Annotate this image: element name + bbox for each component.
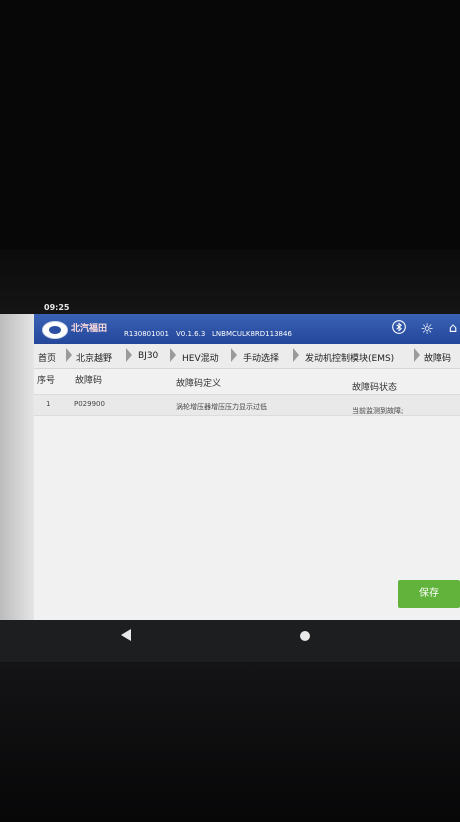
column-status: 故障码状态 xyxy=(352,383,398,393)
column-code: 故障码 xyxy=(75,376,103,386)
home-icon[interactable]: ⌂ xyxy=(444,320,460,338)
brand-logo-icon xyxy=(42,321,68,339)
status-bar: 09:25 xyxy=(0,298,460,314)
status-time: 09:25 xyxy=(44,303,70,312)
app-screen: 北汽福田 R130801001 V0.1.6.3 LNBMCULK8RD1138… xyxy=(0,314,460,620)
device-bezel-bottom xyxy=(0,662,460,822)
chevron-right-icon xyxy=(126,348,132,362)
chevron-right-icon xyxy=(293,348,299,362)
screen-edge-shadow xyxy=(0,314,34,620)
vehicle-vin: LNBMCULK8RD113846 xyxy=(212,330,292,338)
chevron-right-icon xyxy=(414,348,420,362)
row-definition: 涡轮增压器增压压力显示过低 xyxy=(176,403,267,411)
row-code: P029900 xyxy=(74,400,105,408)
crumb-beijing-offroad[interactable]: 北京越野 xyxy=(76,351,112,364)
crumb-powertrain[interactable]: HEV混动 xyxy=(182,351,219,364)
app-header: 北汽福田 R130801001 V0.1.6.3 LNBMCULK8RD1138… xyxy=(34,314,460,344)
bluetooth-glyph xyxy=(392,320,406,334)
brightness-icon[interactable]: ☼ xyxy=(418,320,436,338)
fault-table-header: 序号 故障码 故障码定义 故障码状态 xyxy=(34,370,460,393)
software-version: V0.1.6.3 xyxy=(176,330,206,338)
back-icon[interactable] xyxy=(121,629,131,641)
android-nav-bar xyxy=(0,620,460,662)
crumb-ems-module[interactable]: 发动机控制模块(EMS) xyxy=(305,351,394,364)
brand-name: 北汽福田 xyxy=(71,324,108,334)
device-serial: R130801001 xyxy=(124,330,169,338)
crumb-home[interactable]: 首页 xyxy=(38,351,56,364)
save-button[interactable]: 保存 xyxy=(398,580,460,608)
home-circle-icon[interactable] xyxy=(300,631,310,641)
column-index: 序号 xyxy=(37,376,56,386)
crumb-fault-codes: 故障码 xyxy=(424,354,452,364)
crumb-manual-select[interactable]: 手动选择 xyxy=(243,351,279,364)
chevron-right-icon xyxy=(66,348,72,362)
chevron-right-icon xyxy=(231,348,237,362)
breadcrumb: 首页 北京越野 BJ30 HEV混动 手动选择 发动机控制模块(EMS) 故障码 xyxy=(34,344,460,369)
chevron-right-icon xyxy=(170,348,176,362)
row-index: 1 xyxy=(46,400,51,408)
column-definition: 故障码定义 xyxy=(176,379,222,389)
bluetooth-icon[interactable] xyxy=(390,320,408,338)
table-row[interactable]: 1 P029900 涡轮增压器增压压力显示过低 当前监测到故障; xyxy=(34,394,460,416)
crumb-model[interactable]: BJ30 xyxy=(138,351,158,361)
row-status: 当前监测到故障; xyxy=(352,407,404,415)
